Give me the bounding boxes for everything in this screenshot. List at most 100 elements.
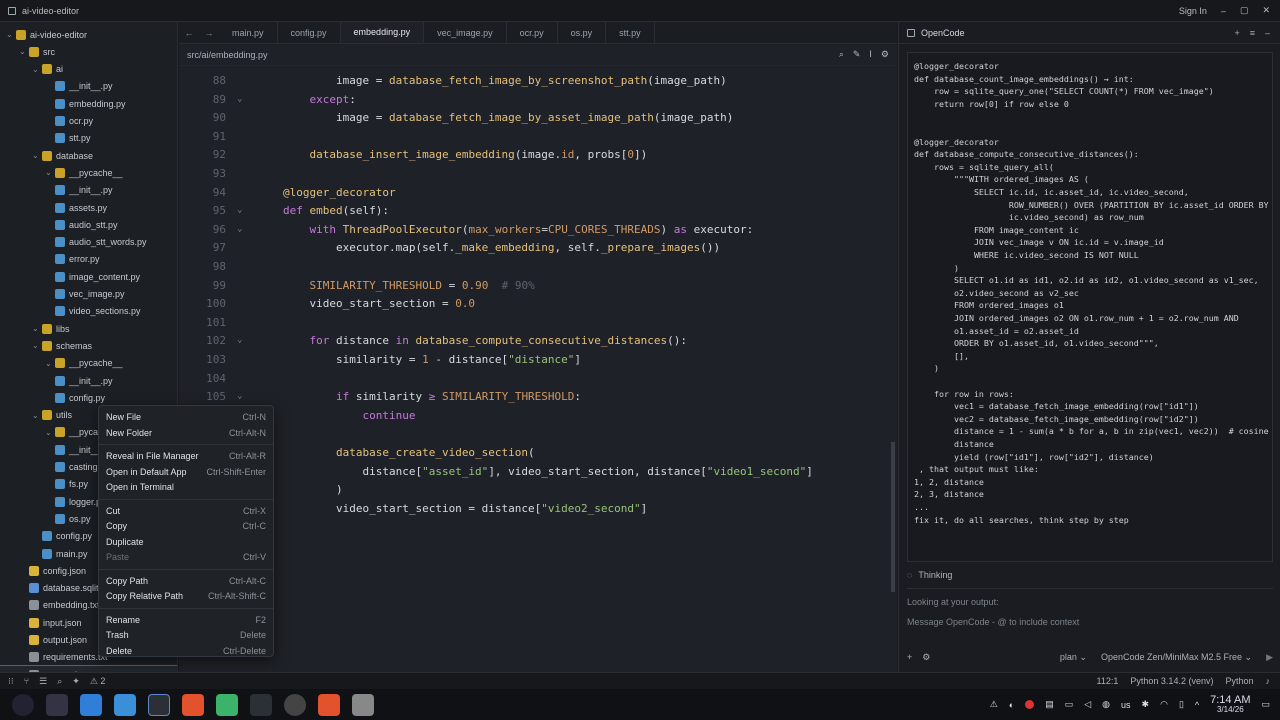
code-line[interactable]: if similarity ≥ SIMILARITY_THRESHOLD: xyxy=(283,390,581,403)
menu-item-copy-relative-path[interactable]: Copy Relative Path Ctrl-Alt-Shift-C xyxy=(106,589,266,603)
thinking-indicator[interactable]: ◌ Thinking xyxy=(907,570,952,580)
fold-icon[interactable]: ⌄ xyxy=(237,224,242,234)
tree-item[interactable]: ⌄ __pycache__ xyxy=(0,164,177,181)
python-env[interactable]: Python 3.14.2 (venv) xyxy=(1130,676,1213,686)
tab-ocr-py[interactable]: ocr.py xyxy=(507,22,558,43)
mic-icon[interactable]: ◍ xyxy=(1102,699,1110,710)
tree-item[interactable]: vec_image.py xyxy=(0,286,177,303)
menu-item-duplicate[interactable]: Duplicate xyxy=(106,535,266,549)
code-line[interactable]: def embed(self): xyxy=(283,204,389,217)
tree-item[interactable]: stt.py xyxy=(0,130,177,147)
bell-icon[interactable]: ♪ xyxy=(1266,676,1271,686)
code-line[interactable]: database_insert_image_embedding(image.id… xyxy=(283,148,648,161)
code-line[interactable]: database_create_video_section( xyxy=(283,446,535,459)
language-mode[interactable]: Python xyxy=(1225,676,1253,686)
code-line[interactable]: distance["asset_id"], video_start_sectio… xyxy=(283,465,812,478)
tree-item[interactable]: assets.py xyxy=(0,199,177,216)
menu-item-copy-path[interactable]: Copy Path Ctrl-Alt-C xyxy=(106,574,266,588)
settings-icon[interactable]: ⚙ xyxy=(881,49,889,60)
launcher-icon[interactable] xyxy=(12,693,34,716)
code-area[interactable]: 88 image = database_fetch_image_by_scree… xyxy=(179,66,897,672)
clipboard-icon[interactable]: ▤ xyxy=(1045,699,1054,710)
menu-item-paste[interactable]: Paste Ctrl-V xyxy=(106,550,266,564)
record-icon[interactable] xyxy=(1025,700,1035,709)
tree-item[interactable]: video_sections.py xyxy=(0,303,177,320)
wifi-icon[interactable]: ◠ xyxy=(1160,699,1168,710)
model-select[interactable]: OpenCode Zen/MiniMax M2.5 Free ⌄ xyxy=(1101,652,1252,663)
steam-icon[interactable]: ◐ xyxy=(1009,700,1014,710)
fold-icon[interactable]: ⌄ xyxy=(237,94,242,104)
tree-item[interactable]: image_content.py xyxy=(0,268,177,285)
code-line[interactable]: except: xyxy=(283,93,356,106)
panel-toggle-icon[interactable]: ⁝⁝ xyxy=(8,676,14,687)
search-icon[interactable]: ⌕ xyxy=(839,49,844,60)
cursor-icon[interactable]: I xyxy=(869,49,872,60)
message-input[interactable]: Looking at your output: Message OpenCode … xyxy=(907,588,1273,638)
fold-icon[interactable]: ⌄ xyxy=(237,205,242,215)
menu-item-trash[interactable]: Trash Delete xyxy=(106,628,266,642)
tree-item[interactable]: ocr.py xyxy=(0,113,177,130)
menu-item-rename[interactable]: Rename F2 xyxy=(106,613,266,627)
minimize-icon[interactable]: – xyxy=(1221,6,1226,16)
forward-icon[interactable]: → xyxy=(199,22,219,43)
tree-item[interactable]: ⌄ ai-video-editor xyxy=(0,26,177,43)
terminal-icon[interactable] xyxy=(250,693,272,716)
menu-item-open-in-default-app[interactable]: Open in Default App Ctrl-Shift-Enter xyxy=(106,465,266,479)
menu-item-new-folder[interactable]: New Folder Ctrl-Alt-N xyxy=(106,426,266,440)
brave-icon[interactable] xyxy=(182,693,204,716)
close-icon[interactable]: ✕ xyxy=(1262,5,1270,16)
code-line[interactable]: SIMILARITY_THRESHOLD = 0.90 # 90% xyxy=(283,279,535,292)
clock[interactable]: 7:14 AM 3/14/26 xyxy=(1210,694,1250,715)
battery-icon[interactable]: ▯ xyxy=(1179,699,1184,710)
tree-item[interactable]: error.py xyxy=(0,251,177,268)
settings-gear-icon[interactable]: ⚙ xyxy=(922,652,930,663)
tree-item[interactable]: ⌄ ai xyxy=(0,61,177,78)
editor-scrollbar[interactable] xyxy=(891,442,895,592)
store-icon[interactable] xyxy=(80,693,102,716)
code-line[interactable]: video_start_section = distance["video2_s… xyxy=(283,502,647,515)
ai-assist-icon[interactable]: ✎ xyxy=(853,49,861,60)
brave-2-icon[interactable] xyxy=(318,693,340,716)
menu-item-cut[interactable]: Cut Ctrl-X xyxy=(106,504,266,518)
outline-icon[interactable]: ☰ xyxy=(39,676,47,687)
tab-config-py[interactable]: config.py xyxy=(278,22,341,43)
code-line[interactable]: executor.map(self._make_embedding, self.… xyxy=(283,241,720,254)
sign-in-button[interactable]: Sign In xyxy=(1179,6,1207,16)
menu-icon[interactable]: ≡ xyxy=(1250,28,1255,38)
attach-icon[interactable]: + xyxy=(907,652,912,662)
add-icon[interactable]: + xyxy=(1234,28,1239,38)
tree-item[interactable]: ⌄ schemas xyxy=(0,337,177,354)
code-line[interactable]: @logger_decorator xyxy=(283,186,396,199)
zed-icon[interactable] xyxy=(148,693,170,716)
cursor-position[interactable]: 112:1 xyxy=(1097,676,1119,686)
tree-item[interactable]: config.py xyxy=(0,389,177,406)
search-status-icon[interactable]: ⌕ xyxy=(57,676,62,687)
minimize-panel-icon[interactable]: – xyxy=(1265,28,1270,38)
tree-item[interactable]: audio_stt.py xyxy=(0,216,177,233)
tab-os-py[interactable]: os.py xyxy=(558,22,607,43)
tree-item[interactable]: ⌄ database xyxy=(0,147,177,164)
tray-expand-icon[interactable]: ^ xyxy=(1195,700,1199,710)
tree-item[interactable]: audio_stt_words.py xyxy=(0,234,177,251)
maximize-icon[interactable]: ▢ xyxy=(1240,5,1249,16)
menu-item-delete[interactable]: Delete Ctrl-Delete xyxy=(106,644,266,658)
fold-icon[interactable]: ⌄ xyxy=(237,335,242,345)
send-icon[interactable]: ▶ xyxy=(1266,652,1273,663)
code-line[interactable]: with ThreadPoolExecutor(max_workers=CPU_… xyxy=(283,223,754,236)
tree-item[interactable]: ⌄ __pycache__ xyxy=(0,355,177,372)
fold-icon[interactable]: ⌄ xyxy=(237,391,242,401)
tab-main-py[interactable]: main.py xyxy=(219,22,278,43)
code-line[interactable]: video_start_section = 0.0 xyxy=(283,297,475,310)
show-desktop-icon[interactable] xyxy=(46,693,68,716)
notifications-icon[interactable]: ▭ xyxy=(1261,699,1270,710)
code-line[interactable]: ) xyxy=(283,483,343,496)
tab-embedding-py[interactable]: embedding.py xyxy=(340,22,425,43)
breadcrumb-path[interactable]: src/ai/embedding.py xyxy=(187,50,268,60)
files-icon[interactable] xyxy=(114,693,136,716)
menu-item-new-file[interactable]: New File Ctrl-N xyxy=(106,410,266,424)
mode-select[interactable]: plan ⌄ xyxy=(1060,652,1087,663)
volume-icon[interactable]: ◁ xyxy=(1084,699,1091,710)
tree-item[interactable]: ⌄ libs xyxy=(0,320,177,337)
menu-item-reveal-in-file-manager[interactable]: Reveal in File Manager Ctrl-Alt-R xyxy=(106,449,266,463)
code-line[interactable]: continue xyxy=(283,409,415,422)
